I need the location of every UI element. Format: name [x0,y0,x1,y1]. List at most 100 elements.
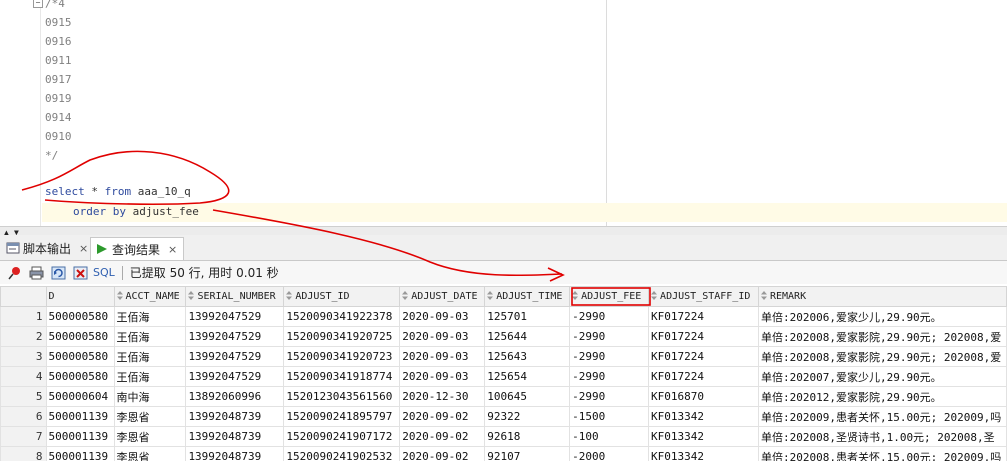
sql-button[interactable]: SQL [93,266,115,279]
cell-d[interactable]: 500000580 [45,326,115,347]
cell-acct-name[interactable]: 南中海 [113,386,187,407]
cell-serial-number[interactable]: 13992048739 [185,446,285,461]
cell-acct-name[interactable]: 李恩省 [113,406,187,427]
cell-remark[interactable]: 单倍:202008,患者关怀,15.00元; 202009,吗 [757,446,1007,461]
cell-adjust-time[interactable]: 100645 [484,386,571,407]
cell-adjust-date[interactable]: 2020-09-03 [399,326,486,347]
cell-serial-number[interactable]: 13892060996 [185,386,285,407]
row-number[interactable]: 3 [0,346,47,367]
cell-remark[interactable]: 单倍:202007,爱家少儿,29.90元。 [757,366,1007,387]
cell-adjust-date[interactable]: 2020-09-03 [399,306,486,327]
cell-adjust-time[interactable]: 125654 [484,366,571,387]
row-number[interactable]: 5 [0,386,47,407]
cell-adjust-id[interactable]: 1520090241907172 [283,426,401,447]
cell-adjust-time[interactable]: 92322 [484,406,571,427]
row-number[interactable]: 6 [0,406,47,427]
cell-adjust-staff-id[interactable]: KF013342 [648,426,759,447]
close-icon[interactable]: × [79,242,88,255]
cell-adjust-staff-id[interactable]: KF017224 [648,326,759,347]
cell-adjust-time[interactable]: 92107 [484,446,571,461]
cell-serial-number[interactable]: 13992047529 [185,306,285,327]
cell-d[interactable]: 500000580 [45,366,115,387]
cell-adjust-id[interactable]: 1520090241895797 [283,406,401,427]
cell-adjust-id[interactable]: 1520090241902532 [283,446,401,461]
cell-acct-name[interactable]: 王佰海 [113,326,187,347]
cell-adjust-id[interactable]: 1520090341920725 [283,326,401,347]
cell-d[interactable]: 500001139 [45,426,115,447]
row-number[interactable]: 2 [0,326,47,347]
cell-serial-number[interactable]: 13992048739 [185,426,285,447]
column-header-remark[interactable]: REMARK [757,286,1007,307]
tab-query-result[interactable]: 查询结果 × [90,237,185,260]
cell-adjust-id[interactable]: 1520090341920723 [283,346,401,367]
cell-adjust-date[interactable]: 2020-09-03 [399,366,486,387]
cell-adjust-date[interactable]: 2020-12-30 [399,386,486,407]
cell-d[interactable]: 500001139 [45,406,115,427]
cell-adjust-date[interactable]: 2020-09-02 [399,426,486,447]
cell-adjust-fee[interactable]: -2990 [569,366,650,387]
cell-d[interactable]: 500000580 [45,306,115,327]
cell-remark[interactable]: 单倍:202012,爱家影院,29.90元。 [757,386,1007,407]
cell-adjust-fee[interactable]: -2990 [569,386,650,407]
cell-adjust-time[interactable]: 125644 [484,326,571,347]
cell-remark[interactable]: 单倍:202008,爱家影院,29.90元; 202008,爱 [757,346,1007,367]
row-number[interactable]: 4 [0,366,47,387]
cell-acct-name[interactable]: 王佰海 [113,346,187,367]
column-header-d[interactable]: D [45,286,115,307]
sql-editor[interactable]: − /*4 0915 0916 0911 0917 0919 0914 0910 */ sele… [0,0,1007,226]
cell-adjust-fee[interactable]: -1500 [569,406,650,427]
close-icon[interactable]: × [168,243,177,256]
cell-remark[interactable]: 单倍:202008,爱家影院,29.90元; 202008,爱 [757,326,1007,347]
table-row[interactable]: 5 500000604 南中海 13892060996 1520123043561560… [0,386,1007,407]
cell-adjust-fee[interactable]: -100 [569,426,650,447]
cell-adjust-staff-id[interactable]: KF017224 [648,306,759,327]
cancel-query-icon[interactable] [72,265,88,281]
fold-collapse-icon[interactable]: − [33,0,43,8]
cell-adjust-date[interactable]: 2020-09-02 [399,446,486,461]
column-header-acct-name[interactable]: ACCT_NAME [113,286,187,307]
cell-adjust-time[interactable]: 125643 [484,346,571,367]
table-row[interactable]: 3 500000580 王佰海 13992047529 1520090341920723… [0,346,1007,367]
cell-adjust-staff-id[interactable]: KF017224 [648,366,759,387]
cell-adjust-fee[interactable]: -2990 [569,346,650,367]
row-number[interactable]: 8 [0,446,47,461]
cell-serial-number[interactable]: 13992048739 [185,406,285,427]
column-header-adjust-fee[interactable]: ADJUST_FEE [569,286,650,307]
cell-adjust-date[interactable]: 2020-09-02 [399,406,486,427]
result-grid[interactable]: D ACCT_NAME SERIAL_NUMBER ADJUST_ID ADJUST_D… [0,286,1007,461]
cell-adjust-time[interactable]: 125701 [484,306,571,327]
cell-remark[interactable]: 单倍:202009,患者关怀,15.00元; 202009,吗 [757,406,1007,427]
tab-script-output[interactable]: 脚本输出 × [2,237,94,259]
cell-adjust-staff-id[interactable]: KF013342 [648,446,759,461]
pin-icon[interactable] [6,265,22,281]
cell-adjust-staff-id[interactable]: KF017224 [648,346,759,367]
cell-d[interactable]: 500000604 [45,386,115,407]
table-row[interactable]: 1 500000580 王佰海 13992047529 1520090341922378… [0,306,1007,327]
cell-d[interactable]: 500001139 [45,446,115,461]
row-number[interactable]: 1 [0,306,47,327]
column-header-adjust-staff-id[interactable]: ADJUST_STAFF_ID [648,286,759,307]
cell-adjust-id[interactable]: 1520090341922378 [283,306,401,327]
row-number[interactable]: 7 [0,426,47,447]
cell-adjust-date[interactable]: 2020-09-03 [399,346,486,367]
cell-adjust-id[interactable]: 1520090341918774 [283,366,401,387]
print-icon[interactable] [28,265,44,281]
column-header-serial-number[interactable]: SERIAL_NUMBER [185,286,285,307]
cell-acct-name[interactable]: 李恩省 [113,426,187,447]
cell-acct-name[interactable]: 李恩省 [113,446,187,461]
cell-d[interactable]: 500000580 [45,346,115,367]
column-header-adjust-time[interactable]: ADJUST_TIME [484,286,571,307]
cell-remark[interactable]: 单倍:202008,圣贤诗书,1.00元; 202008,圣 [757,426,1007,447]
cell-acct-name[interactable]: 王佰海 [113,366,187,387]
table-row[interactable]: 6 500001139 李恩省 13992048739 1520090241895797… [0,406,1007,427]
table-row[interactable]: 7 500001139 李恩省 13992048739 1520090241907172… [0,426,1007,447]
sql-line-select[interactable]: select * from aaa_10_q [45,185,191,199]
cell-adjust-fee[interactable]: -2000 [569,446,650,461]
cell-adjust-id[interactable]: 1520123043561560 [283,386,401,407]
refresh-icon[interactable] [50,265,66,281]
column-header-adjust-date[interactable]: ADJUST_DATE [399,286,486,307]
cell-serial-number[interactable]: 13992047529 [185,326,285,347]
cell-adjust-staff-id[interactable]: KF013342 [648,406,759,427]
column-header-adjust-id[interactable]: ADJUST_ID [283,286,401,307]
cell-remark[interactable]: 单倍:202006,爱家少儿,29.90元。 [757,306,1007,327]
